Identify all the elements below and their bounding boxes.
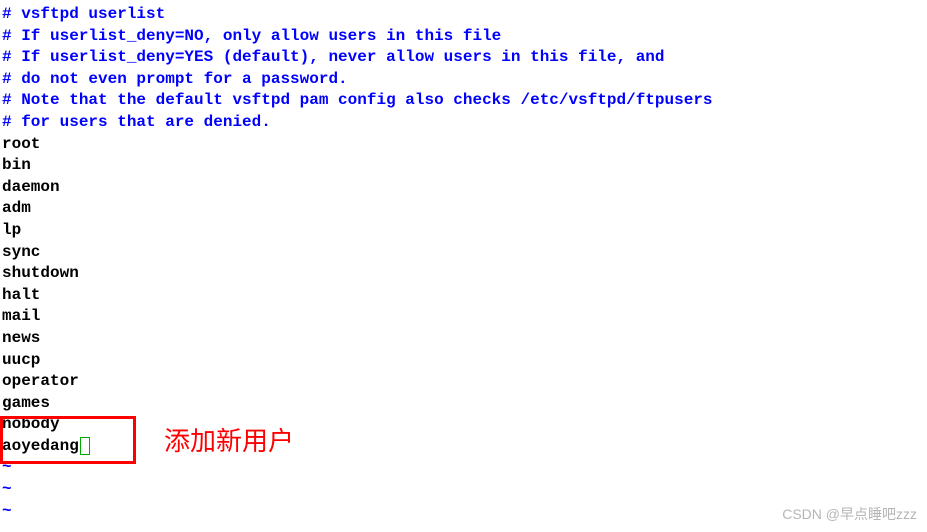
user-line: lp (2, 220, 925, 242)
cursor-icon (80, 437, 90, 455)
user-line: sync (2, 242, 925, 264)
user-line: bin (2, 155, 925, 177)
comment-line: # vsftpd userlist (2, 4, 925, 26)
comment-line: # do not even prompt for a password. (2, 69, 925, 91)
user-line: shutdown (2, 263, 925, 285)
user-line: nobody (2, 414, 925, 436)
user-line: root (2, 134, 925, 156)
comment-line: # If userlist_deny=YES (default), never … (2, 47, 925, 69)
user-line: games (2, 393, 925, 415)
user-line: news (2, 328, 925, 350)
user-line: halt (2, 285, 925, 307)
user-line: operator (2, 371, 925, 393)
empty-line-tilde: ~ (2, 479, 925, 501)
user-line: daemon (2, 177, 925, 199)
new-user-line: aoyedang (2, 436, 925, 458)
comment-line: # for users that are denied. (2, 112, 925, 134)
annotation-label: 添加新用户 (164, 424, 294, 459)
editor-content[interactable]: # vsftpd userlist # If userlist_deny=NO,… (2, 4, 925, 522)
watermark-text: CSDN @早点睡吧zzz (782, 505, 917, 524)
comment-line: # If userlist_deny=NO, only allow users … (2, 26, 925, 48)
new-user-text: aoyedang (2, 437, 79, 455)
user-line: adm (2, 198, 925, 220)
empty-line-tilde: ~ (2, 457, 925, 479)
comment-line: # Note that the default vsftpd pam confi… (2, 90, 925, 112)
user-line: mail (2, 306, 925, 328)
user-line: uucp (2, 350, 925, 372)
